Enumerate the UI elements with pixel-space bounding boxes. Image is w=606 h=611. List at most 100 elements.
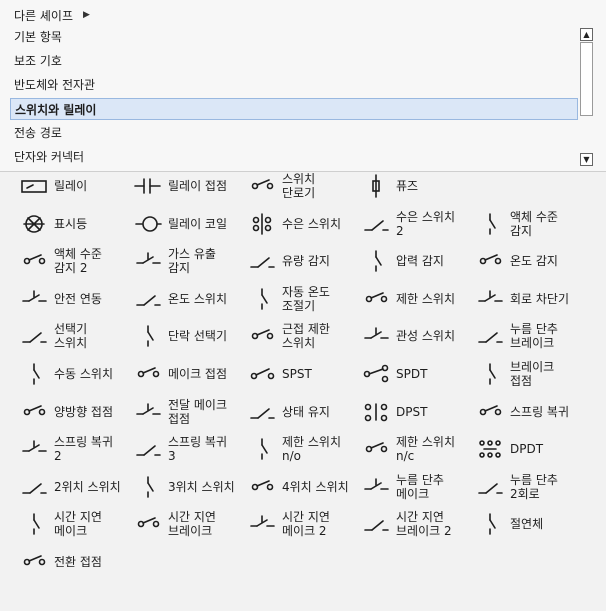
shape-relay-contact[interactable]: 릴레이 접점 bbox=[124, 168, 236, 204]
maintained-icon bbox=[248, 400, 276, 424]
shape-time-delay-make[interactable]: 시간 지연 메이크 bbox=[10, 506, 122, 542]
shape-dpst[interactable]: DPST bbox=[352, 394, 464, 430]
spst-icon bbox=[248, 362, 276, 386]
time-delay-make-icon bbox=[20, 512, 48, 536]
shape-label: 수은 스위치 2 bbox=[396, 209, 456, 238]
more-shapes-menu[interactable]: 다른 셰이프 ▶ bbox=[14, 6, 90, 24]
shape-insulator[interactable]: 절연체 bbox=[466, 506, 578, 542]
shape-make-contact[interactable]: 메이크 접점 bbox=[124, 356, 236, 392]
manual-switch-icon bbox=[20, 362, 48, 386]
shape-label: 유량 감지 bbox=[282, 254, 330, 269]
spring-return-icon bbox=[476, 400, 504, 424]
shape-label: SPST bbox=[282, 367, 312, 381]
proximity-limit-switch-icon bbox=[248, 324, 276, 348]
shape-pressure-sensor[interactable]: 압력 감지 bbox=[352, 243, 464, 279]
shape-label: 메이크 접점 bbox=[168, 367, 228, 381]
shape-time-delay-break-2[interactable]: 시간 지연 브레이크 2 bbox=[352, 506, 464, 542]
shape-limit-switch-nc[interactable]: 제한 스위치 n/c bbox=[352, 431, 464, 467]
category-scrollbar[interactable]: ▲ ▼ bbox=[579, 26, 596, 170]
shape-two-way-contact[interactable]: 양방향 접점 bbox=[10, 394, 122, 430]
shape-spring-return-3[interactable]: 스프링 복귀 3 bbox=[124, 431, 236, 467]
shape-transfer-make-contact[interactable]: 전달 메이크 접점 bbox=[124, 394, 236, 430]
shape-spdt[interactable]: SPDT bbox=[352, 356, 464, 392]
shape-break-contact[interactable]: 브레이크 접점 bbox=[466, 356, 578, 392]
shape-fuse[interactable]: 퓨즈 bbox=[352, 168, 464, 204]
shape-temperature-switch[interactable]: 온도 스위치 bbox=[124, 281, 236, 317]
inertia-switch-icon bbox=[362, 324, 390, 348]
shape-liquid-level-sensor-2[interactable]: 액체 수준 감지 2 bbox=[10, 243, 122, 279]
shape-gas-leak-sensor[interactable]: 가스 유출 감지 bbox=[124, 243, 236, 279]
category-item-transmission-paths[interactable]: 전송 경로 bbox=[10, 122, 578, 144]
shape-label: 누름 단추 브레이크 bbox=[510, 322, 558, 351]
shape-pushbutton-two-circuit[interactable]: 누름 단추 2회로 bbox=[466, 469, 578, 505]
shape-label: 스프링 복귀 2 bbox=[54, 435, 114, 464]
shape-label: 퓨즈 bbox=[396, 179, 419, 193]
transfer-make-contact-icon bbox=[134, 400, 162, 424]
shape-manual-switch[interactable]: 수동 스위치 bbox=[10, 356, 122, 392]
shape-dpdt[interactable]: DPDT bbox=[466, 431, 578, 467]
shape-pushbutton-break[interactable]: 누름 단추 브레이크 bbox=[466, 318, 578, 354]
stencil-header: 다른 셰이프 ▶ 기본 항목 보조 기호 반도체와 전자관 스위치와 릴레이 전… bbox=[0, 0, 606, 171]
shape-label: 액체 수준 감지 2 bbox=[54, 247, 102, 276]
shape-thermostat[interactable]: 자동 온도 조절기 bbox=[238, 281, 350, 317]
shape-label: 누름 단추 메이크 bbox=[396, 472, 444, 501]
circuit-breaker-icon bbox=[476, 287, 504, 311]
shape-maintained[interactable]: 상태 유지 bbox=[238, 394, 350, 430]
shape-three-position-switch[interactable]: 3위치 스위치 bbox=[124, 469, 236, 505]
relay-coil-icon bbox=[134, 212, 162, 236]
scroll-down-button[interactable]: ▼ bbox=[580, 153, 593, 166]
shape-label: 양방향 접점 bbox=[54, 404, 114, 419]
shape-spring-return-2[interactable]: 스프링 복귀 2 bbox=[10, 431, 122, 467]
shape-two-position-switch[interactable]: 2위치 스위치 bbox=[10, 469, 122, 505]
shape-changeover-contact[interactable]: 전환 접점 bbox=[10, 544, 122, 580]
mercury-switch-2-icon bbox=[362, 212, 390, 236]
category-item-switches-relays[interactable]: 스위치와 릴레이 bbox=[10, 98, 578, 120]
submenu-arrow-icon: ▶ bbox=[83, 10, 90, 20]
shape-shorting-selector[interactable]: 단락 선택기 bbox=[124, 318, 236, 354]
shape-spring-return[interactable]: 스프링 복귀 bbox=[466, 394, 578, 430]
shape-flow-sensor[interactable]: 유량 감지 bbox=[238, 243, 350, 279]
shape-spst[interactable]: SPST bbox=[238, 356, 350, 392]
shape-selector-switch[interactable]: 선택기 스위치 bbox=[10, 318, 122, 354]
shape-relay-coil[interactable]: 릴레이 코일 bbox=[124, 206, 236, 242]
shape-label: 제한 스위치 n/o bbox=[282, 435, 342, 464]
spdt-icon bbox=[362, 362, 390, 386]
shape-time-delay-break[interactable]: 시간 지연 브레이크 bbox=[124, 506, 236, 542]
shape-indicator-lamp[interactable]: 표시등 bbox=[10, 206, 122, 242]
shape-proximity-limit-switch[interactable]: 근접 제한 스위치 bbox=[238, 318, 350, 354]
relay-contact-icon bbox=[134, 174, 162, 198]
category-label: 단자와 커넥터 bbox=[14, 150, 85, 164]
category-label: 기본 항목 bbox=[14, 30, 62, 44]
scroll-up-button[interactable]: ▲ bbox=[580, 28, 593, 41]
category-item-auxiliary[interactable]: 보조 기호 bbox=[10, 50, 578, 72]
shape-label: 시간 지연 브레이크 bbox=[168, 510, 216, 539]
shape-inertia-switch[interactable]: 관성 스위치 bbox=[352, 318, 464, 354]
shape-circuit-breaker[interactable]: 회로 차단기 bbox=[466, 281, 578, 317]
category-label: 전송 경로 bbox=[14, 126, 62, 140]
shape-temperature-sensor[interactable]: 온도 감지 bbox=[466, 243, 578, 279]
make-contact-icon bbox=[134, 362, 162, 386]
scroll-thumb[interactable] bbox=[580, 42, 593, 116]
shape-label: 스위치 단로기 bbox=[282, 172, 316, 200]
shape-label: 압력 감지 bbox=[396, 254, 444, 269]
shape-relay[interactable]: 릴레이 bbox=[10, 168, 122, 204]
safety-interlock-icon bbox=[20, 287, 48, 311]
thermostat-icon bbox=[248, 287, 276, 311]
shape-pushbutton-make[interactable]: 누름 단추 메이크 bbox=[352, 469, 464, 505]
spring-return-3-icon bbox=[134, 437, 162, 461]
category-item-semiconductors[interactable]: 반도체와 전자관 bbox=[10, 74, 578, 96]
shape-safety-interlock[interactable]: 안전 연동 bbox=[10, 281, 122, 317]
category-item-terminals-connectors[interactable]: 단자와 커넥터 bbox=[10, 146, 578, 168]
category-item-basic[interactable]: 기본 항목 bbox=[10, 26, 578, 48]
shape-mercury-switch-2[interactable]: 수은 스위치 2 bbox=[352, 206, 464, 242]
switch-disconnector-icon bbox=[248, 174, 276, 198]
shape-switch-disconnector[interactable]: 스위치 단로기 bbox=[238, 168, 350, 204]
shape-liquid-level-sensor[interactable]: 액체 수준 감지 bbox=[466, 206, 578, 242]
shape-label: 안전 연동 bbox=[54, 291, 102, 306]
shape-limit-switch[interactable]: 제한 스위치 bbox=[352, 281, 464, 317]
shape-four-position-switch[interactable]: 4위치 스위치 bbox=[238, 469, 350, 505]
shape-limit-switch-no[interactable]: 제한 스위치 n/o bbox=[238, 431, 350, 467]
shape-label: 액체 수준 감지 bbox=[510, 209, 558, 238]
shape-time-delay-make-2[interactable]: 시간 지연 메이크 2 bbox=[238, 506, 350, 542]
shape-mercury-switch[interactable]: 수은 스위치 bbox=[238, 206, 350, 242]
